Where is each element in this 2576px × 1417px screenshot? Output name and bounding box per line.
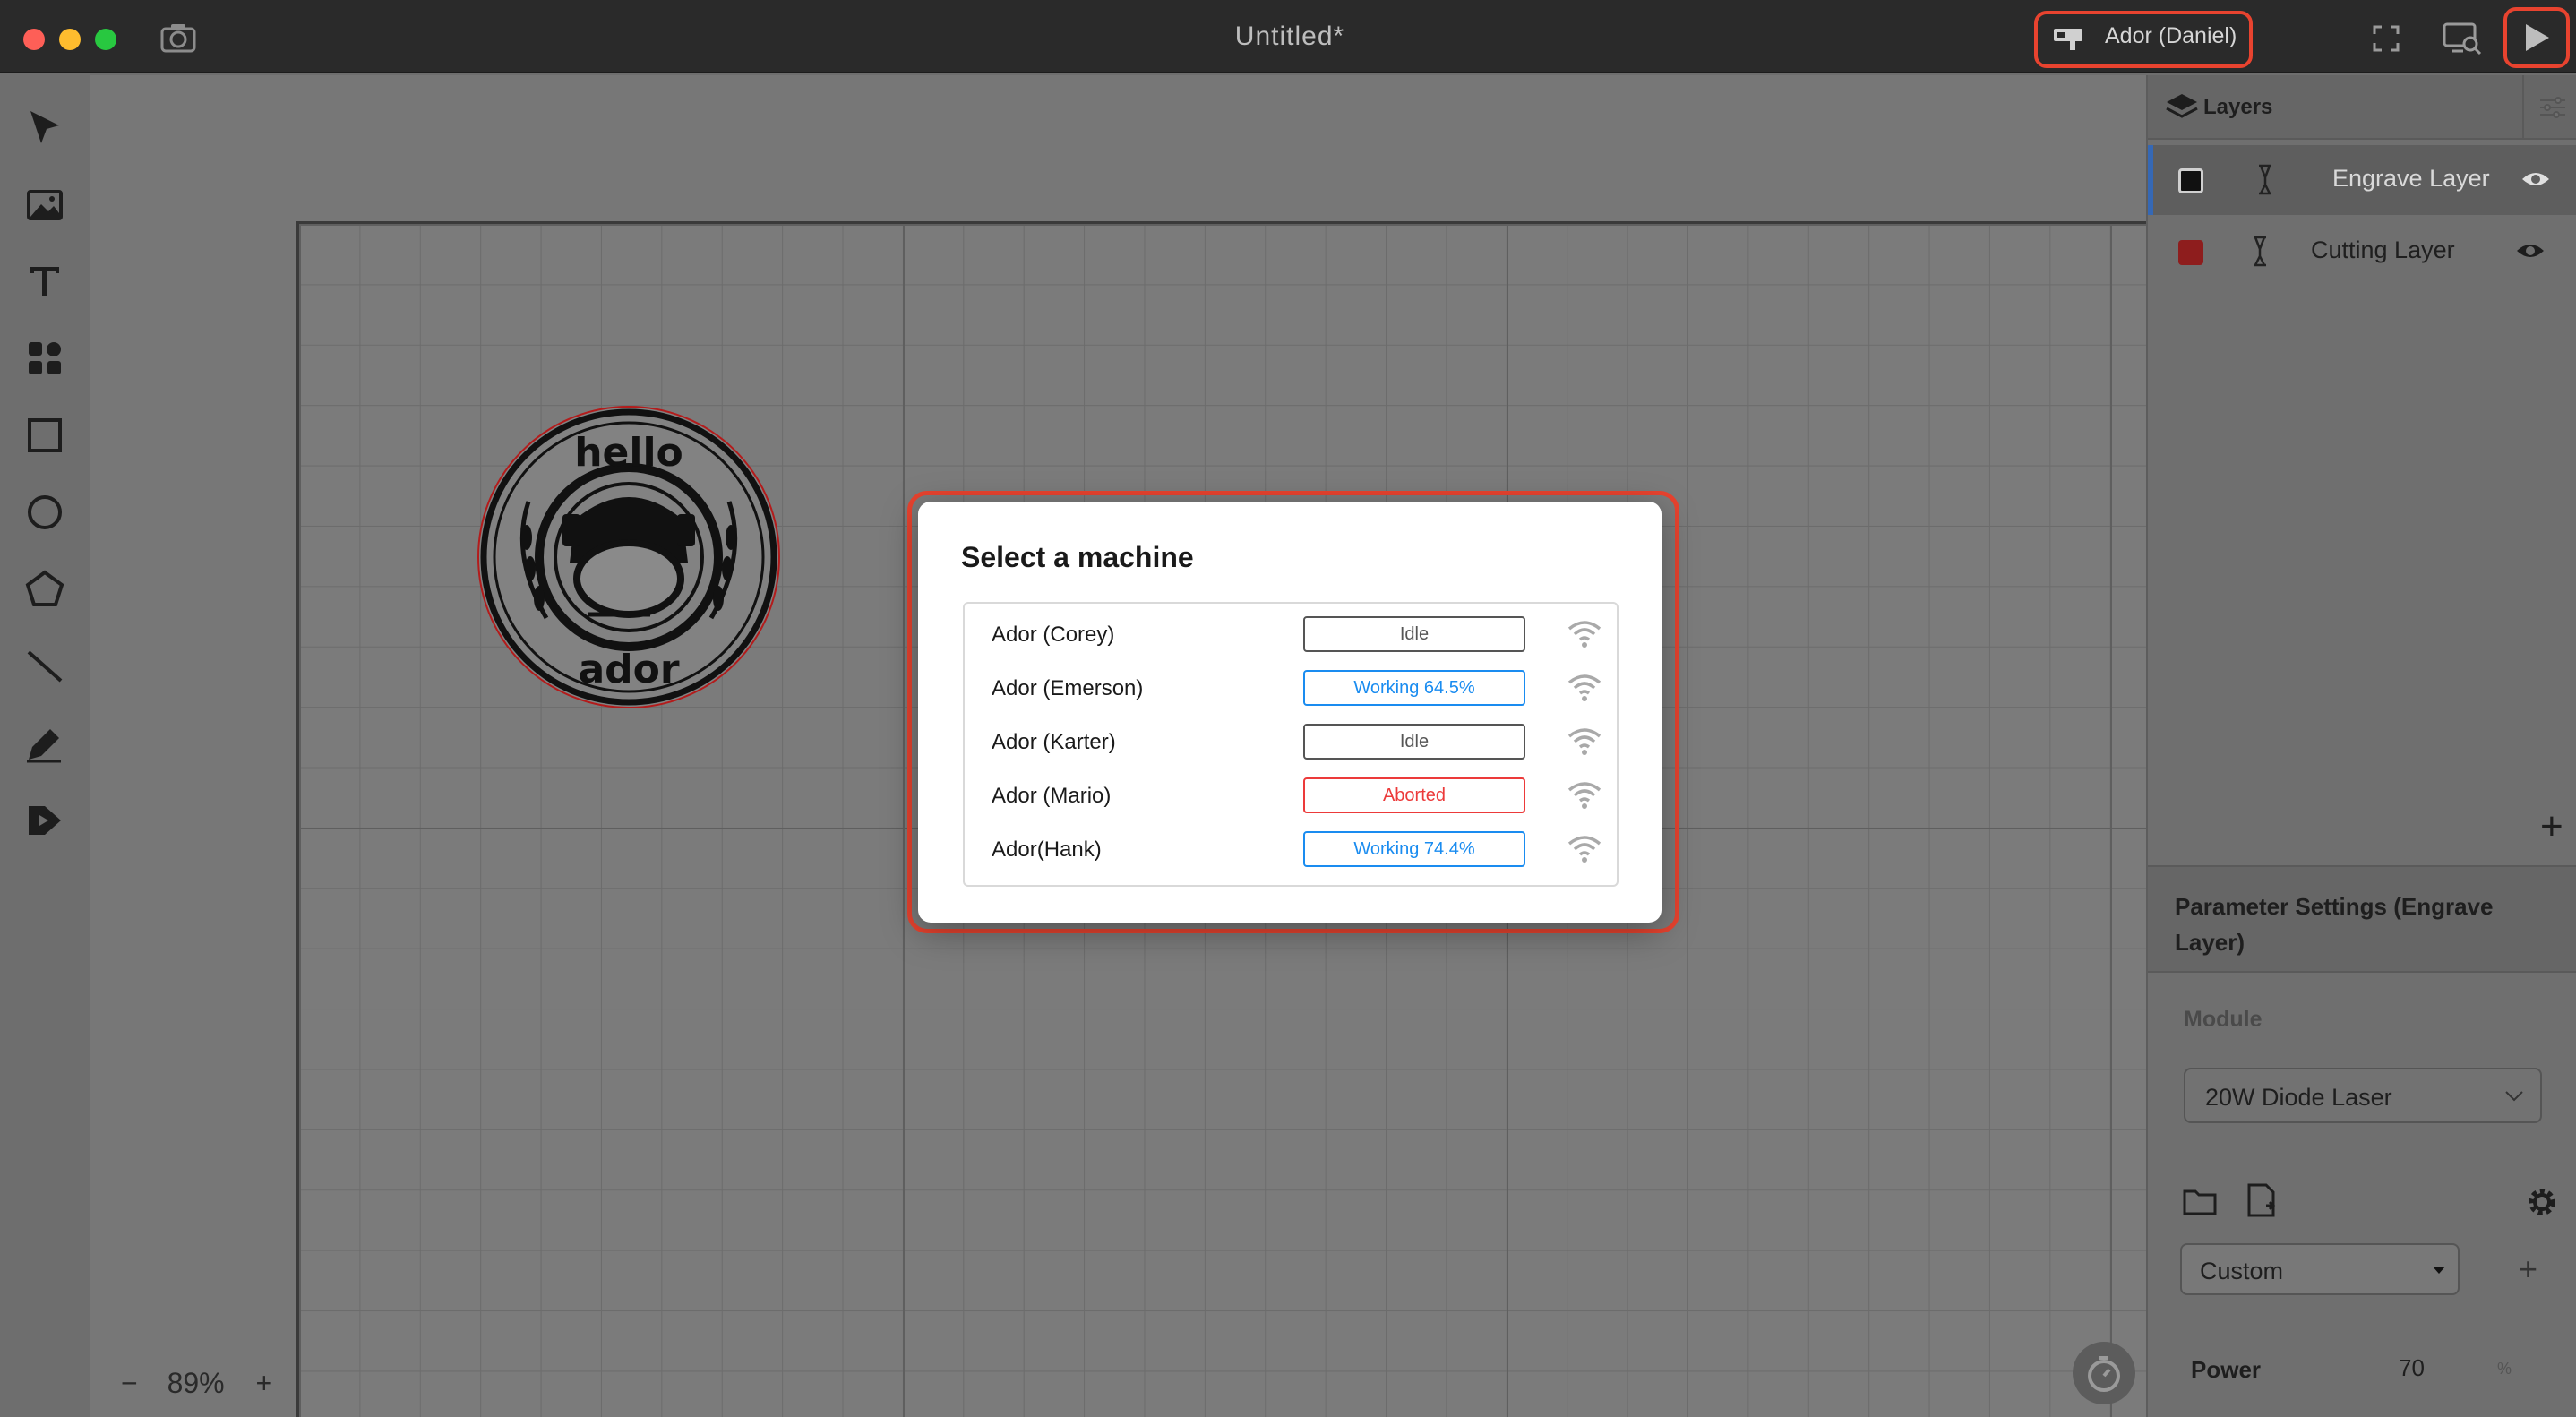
eye-icon[interactable]	[2515, 240, 2546, 262]
module-select[interactable]: 20W Diode Laser	[2184, 1068, 2542, 1123]
machine-row[interactable]: Ador(Hank) Working 74.4%	[965, 822, 1617, 876]
window-title: Untitled*	[1234, 21, 1345, 51]
polygon-icon[interactable]	[20, 564, 70, 614]
monitor-search-icon[interactable]	[2442, 21, 2483, 56]
minimize-window-button[interactable]	[59, 29, 81, 50]
timer-icon[interactable]	[2071, 1340, 2137, 1406]
machine-name: Ador (Mario)	[992, 784, 1112, 808]
gear-icon[interactable]	[2524, 1184, 2560, 1220]
right-panel: Layers Engrave Layer Cutting Layer + Par…	[2146, 75, 2576, 1417]
pen-icon[interactable]	[20, 718, 70, 769]
text-icon[interactable]	[20, 256, 70, 306]
elements-icon[interactable]	[20, 333, 70, 383]
wifi-icon	[1567, 728, 1601, 755]
status-badge: Idle	[1303, 724, 1525, 760]
rectangle-icon[interactable]	[20, 410, 70, 460]
machine-name: Ador (Corey)	[992, 623, 1115, 647]
layer-settings-icon[interactable]	[2538, 95, 2567, 120]
laser-module-icon	[2254, 236, 2266, 267]
layer-name[interactable]: Cutting Layer	[2311, 236, 2455, 264]
module-label: Module	[2184, 1007, 2263, 1032]
wifi-icon	[1567, 621, 1601, 648]
left-toolbar	[0, 75, 90, 1417]
layers-icon	[2166, 94, 2198, 118]
power-label: Power	[2191, 1356, 2262, 1383]
zoom-out-button[interactable]: −	[121, 1367, 138, 1399]
line-icon[interactable]	[20, 641, 70, 691]
maximize-window-button[interactable]	[95, 29, 116, 50]
module-value: 20W Diode Laser	[2205, 1084, 2392, 1111]
power-value[interactable]: 70	[2399, 1354, 2425, 1382]
layer-row-cutting[interactable]: Cutting Layer	[2148, 217, 2576, 287]
machine-row[interactable]: Ador (Mario) Aborted	[965, 769, 1617, 822]
add-preset-button[interactable]: +	[2519, 1250, 2537, 1288]
machine-row[interactable]: Ador (Karter) Idle	[965, 715, 1617, 769]
wifi-icon	[1567, 836, 1601, 863]
power-unit: %	[2497, 1360, 2512, 1378]
machine-row[interactable]: Ador (Corey) Idle	[965, 607, 1617, 661]
machine-name: Ador (Karter)	[992, 730, 1116, 754]
camera-icon[interactable]	[159, 21, 197, 54]
layer-row-engrave[interactable]: Engrave Layer	[2148, 145, 2576, 215]
preset-value: Custom	[2200, 1258, 2284, 1284]
zoom-control: − 89% +	[121, 1367, 272, 1400]
zoom-in-button[interactable]: +	[256, 1367, 273, 1399]
machine-list: Ador (Corey) Idle Ador (Emerson) Working…	[963, 602, 1619, 887]
logo-text-bottom: ador	[578, 647, 679, 692]
status-badge: Working 64.5%	[1303, 670, 1525, 706]
save-preset-icon[interactable]	[2245, 1182, 2279, 1218]
add-layer-button[interactable]: +	[2540, 804, 2563, 849]
select-machine-dialog: Select a machine Ador (Corey) Idle Ador …	[918, 502, 1662, 923]
ellipse-icon[interactable]	[20, 487, 70, 537]
status-badge: Aborted	[1303, 777, 1525, 813]
layer-color-swatch[interactable]	[2178, 168, 2203, 193]
machine-icon	[2054, 29, 2082, 50]
eye-icon[interactable]	[2520, 168, 2551, 190]
layer-color-swatch[interactable]	[2178, 240, 2203, 265]
status-badge: Idle	[1303, 616, 1525, 652]
image-icon[interactable]	[20, 181, 70, 231]
hello-ador-logo[interactable]: hello ador	[475, 403, 783, 711]
wifi-icon	[1567, 674, 1601, 701]
status-badge: Working 74.4%	[1303, 831, 1525, 867]
folder-icon[interactable]	[2182, 1186, 2218, 1216]
title-bar: Untitled* Ador (Daniel)	[0, 0, 2576, 73]
close-window-button[interactable]	[23, 29, 45, 50]
layers-header: Layers	[2148, 75, 2576, 140]
machine-row[interactable]: Ador (Emerson) Working 64.5%	[965, 661, 1617, 715]
pointer-icon[interactable]	[20, 104, 70, 154]
param-header: Parameter Settings (Engrave Layer)	[2148, 865, 2576, 973]
dialog-title: Select a machine	[961, 541, 1194, 573]
machine-name: Ador(Hank)	[992, 837, 1102, 862]
machine-button-label: Ador (Daniel)	[2105, 23, 2237, 48]
play-icon[interactable]	[2522, 21, 2553, 54]
dmkt-icon[interactable]	[20, 795, 70, 846]
machine-name: Ador (Emerson)	[992, 676, 1144, 700]
wifi-icon	[1567, 782, 1601, 809]
zoom-value: 89%	[167, 1367, 225, 1399]
logo-text-top: hello	[574, 430, 683, 476]
layer-name[interactable]: Engrave Layer	[2332, 165, 2490, 193]
caret-down-icon	[2433, 1267, 2445, 1274]
fullscreen-icon[interactable]	[2372, 24, 2400, 53]
param-title: Parameter Settings (Engrave Layer)	[2175, 893, 2494, 956]
preset-select[interactable]: Custom	[2180, 1243, 2460, 1295]
laser-module-icon	[2259, 164, 2271, 195]
chevron-down-icon	[2505, 1091, 2523, 1102]
layers-title: Layers	[2203, 95, 2273, 119]
